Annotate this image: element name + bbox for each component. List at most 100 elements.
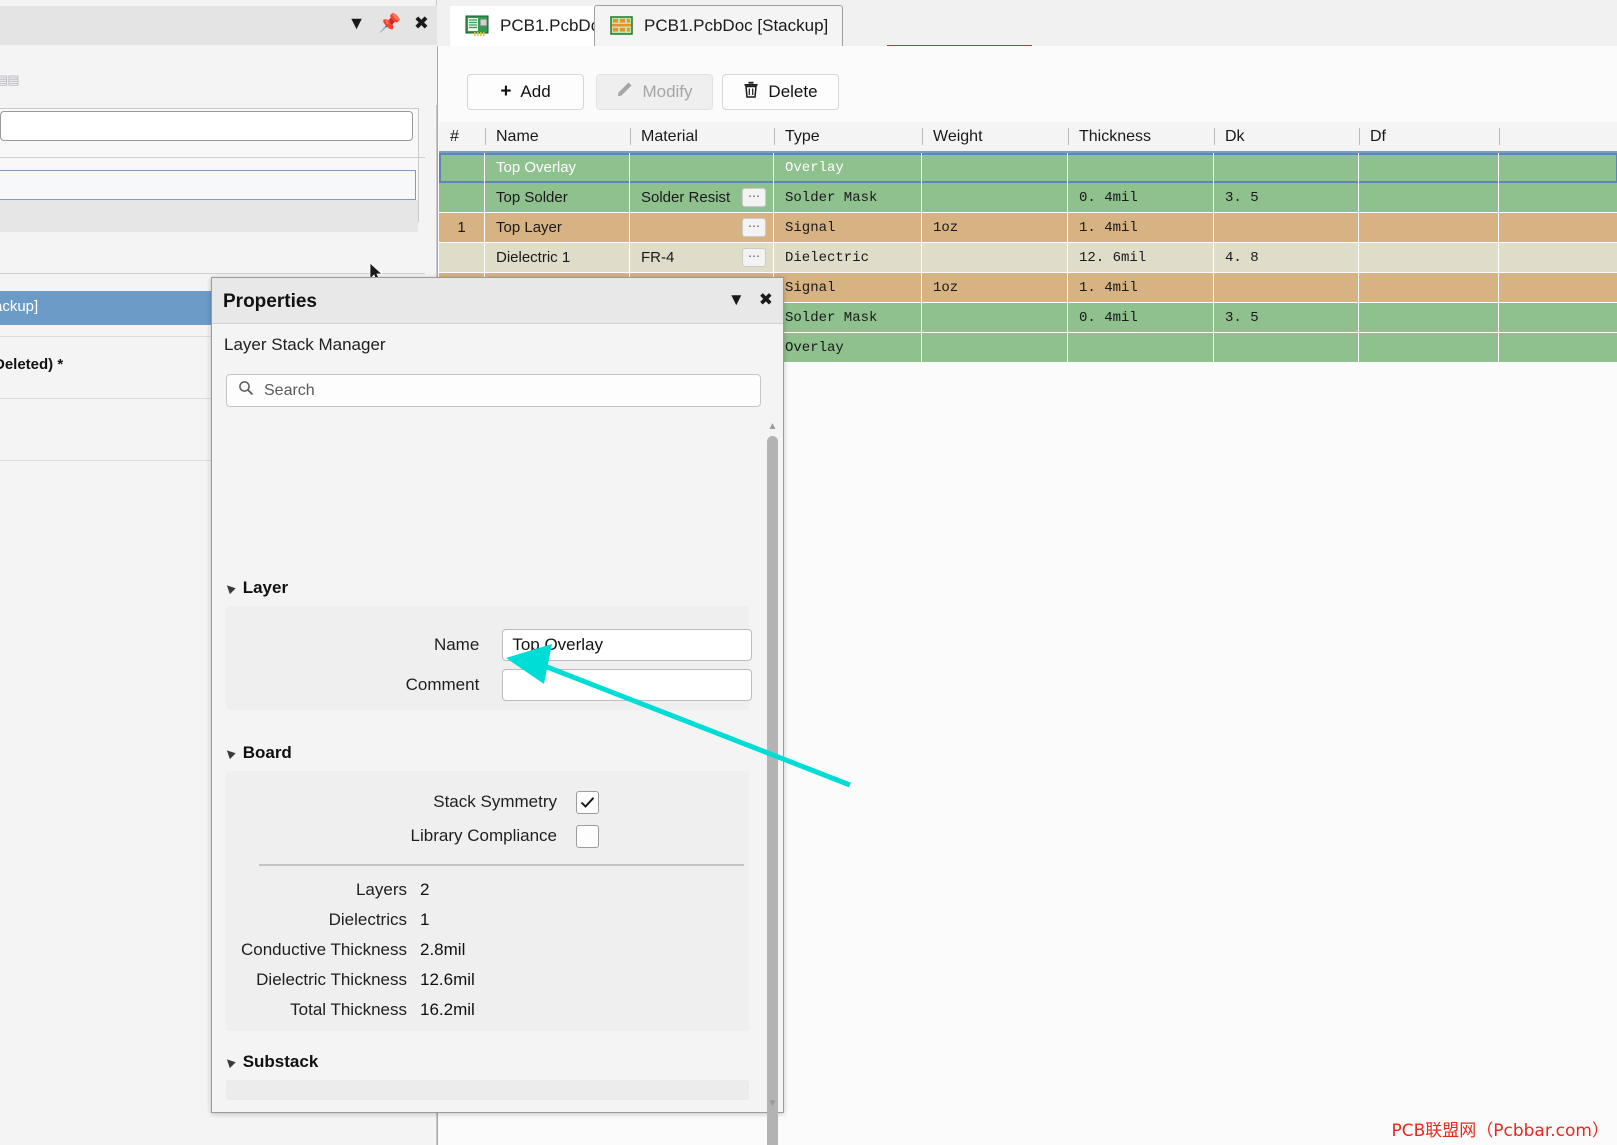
cell-df[interactable]	[1359, 182, 1499, 213]
cell-extra[interactable]	[1499, 333, 1617, 363]
section-header-layer[interactable]: ◀ Layer	[223, 578, 288, 598]
material-browse-button[interactable]: ⋯	[742, 217, 766, 237]
cell-type[interactable]: Solder Mask	[774, 302, 922, 333]
cell-type[interactable]: Overlay	[774, 332, 922, 363]
scroll-down-arrow-icon[interactable]: ▼	[766, 1098, 779, 1110]
delete-button[interactable]: Delete	[722, 74, 839, 110]
name-field-input[interactable]: Top Overlay	[502, 629, 752, 661]
cell-dk[interactable]	[1214, 332, 1359, 363]
cell-thickness[interactable]: 0. 4mil	[1068, 302, 1214, 333]
cell-thickness[interactable]: 12. 6mil	[1068, 242, 1214, 273]
table-row[interactable]: Dielectric 1 FR-4 ⋯ Dielectric 12. 6mil 4. 8	[439, 242, 1617, 273]
cell-weight[interactable]	[922, 332, 1068, 363]
cell-dk[interactable]: 3. 5	[1214, 182, 1359, 213]
cell-dk[interactable]	[1214, 272, 1359, 303]
cell-extra[interactable]	[1499, 183, 1617, 213]
cell-type[interactable]: Solder Mask	[774, 182, 922, 213]
cell-material[interactable]: FR-4 ⋯	[630, 242, 774, 273]
cell-weight[interactable]: 1oz	[922, 272, 1068, 303]
cell-name[interactable]: Dielectric 1	[485, 242, 630, 273]
cell-material[interactable]	[630, 152, 774, 183]
library-compliance-checkbox[interactable]	[576, 824, 599, 848]
cell-number[interactable]	[439, 182, 485, 213]
cell-thickness[interactable]: 1. 4mil	[1068, 272, 1214, 303]
cell-df[interactable]	[1359, 272, 1499, 303]
dropdown-icon[interactable]: ▼	[348, 14, 366, 32]
table-row[interactable]: Top Overlay Overlay	[439, 152, 1617, 183]
cell-extra[interactable]	[1499, 153, 1617, 183]
cell-dk[interactable]: 3. 5	[1214, 302, 1359, 333]
properties-scrollbar-thumb[interactable]	[767, 436, 778, 1145]
left-panel-highlighted-item[interactable]: ackup]	[0, 291, 214, 325]
cell-thickness[interactable]	[1068, 332, 1214, 363]
cell-name[interactable]: Top Layer	[485, 212, 630, 243]
search-placeholder: Search	[264, 381, 315, 399]
table-column-header[interactable]	[1499, 121, 1617, 152]
table-column-header[interactable]: Dk	[1214, 121, 1359, 152]
stack-symmetry-checkbox[interactable]	[576, 790, 599, 814]
close-icon[interactable]: ✖	[759, 290, 773, 310]
cell-df[interactable]	[1359, 242, 1499, 273]
cell-extra[interactable]	[1499, 273, 1617, 303]
cell-material[interactable]: Solder Resist⋯	[630, 182, 774, 213]
cell-dk[interactable]: 4. 8	[1214, 242, 1359, 273]
cell-name[interactable]: Top Solder	[485, 182, 630, 213]
table-column-header[interactable]: Material	[630, 121, 774, 152]
search-icon	[238, 380, 254, 401]
tab-pcb1-pcbdoc-stackup[interactable]: PCB1.PcbDoc [Stackup]	[594, 5, 844, 46]
material-browse-button[interactable]: ⋯	[742, 187, 766, 207]
table-column-header[interactable]: Type	[774, 121, 922, 152]
cell-material[interactable]: ⋯	[630, 212, 774, 243]
table-column-header[interactable]: Df	[1359, 121, 1499, 152]
cell-type[interactable]: Signal	[774, 272, 922, 303]
cell-dk[interactable]	[1214, 212, 1359, 243]
cell-weight[interactable]	[922, 302, 1068, 333]
table-column-header[interactable]: Name	[485, 121, 630, 152]
close-icon[interactable]: ✖	[414, 14, 429, 32]
section-header-substack[interactable]: ◀ Substack	[223, 1052, 318, 1072]
cell-extra[interactable]	[1499, 303, 1617, 333]
pin-icon[interactable]: 📌	[378, 14, 400, 32]
cell-dk[interactable]	[1214, 152, 1359, 183]
cell-number[interactable]: 1	[439, 212, 485, 243]
properties-subtitle: Layer Stack Manager	[224, 335, 386, 354]
dropdown-icon[interactable]: ▼	[728, 290, 745, 310]
modify-button[interactable]: Modify	[596, 74, 713, 110]
cell-thickness[interactable]: 1. 4mil	[1068, 212, 1214, 243]
cell-number[interactable]	[439, 152, 485, 183]
cell-thickness[interactable]	[1068, 152, 1214, 183]
left-panel-text-input[interactable]	[0, 111, 413, 141]
name-field-row: Name Top Overlay	[402, 628, 752, 662]
table-column-header[interactable]: Thickness	[1068, 121, 1214, 152]
cell-type[interactable]: Overlay	[774, 152, 922, 183]
scroll-up-arrow-icon[interactable]: ▲	[766, 421, 779, 433]
cell-df[interactable]	[1359, 302, 1499, 333]
cell-df[interactable]	[1359, 212, 1499, 243]
section-header-board[interactable]: ◀ Board	[223, 743, 292, 763]
table-column-header[interactable]: Weight	[922, 121, 1068, 152]
table-row[interactable]: 1 Top Layer ⋯ Signal 1oz 1. 4mil	[439, 212, 1617, 243]
comment-field-input[interactable]	[502, 669, 752, 701]
left-panel-titlebar: ▼ 📌 ✖	[0, 6, 437, 45]
cell-df[interactable]	[1359, 152, 1499, 183]
cell-thickness[interactable]: 0. 4mil	[1068, 182, 1214, 213]
cell-weight[interactable]	[922, 152, 1068, 183]
search-input[interactable]: Search	[226, 374, 761, 407]
cell-number[interactable]	[439, 242, 485, 273]
left-panel-selected-row[interactable]	[0, 170, 416, 200]
left-panel-gray-row[interactable]	[0, 200, 418, 232]
cell-name[interactable]: Top Overlay	[485, 152, 630, 183]
cell-type[interactable]: Dielectric	[774, 242, 922, 273]
cell-weight[interactable]: 1oz	[922, 212, 1068, 243]
cell-type[interactable]: Signal	[774, 212, 922, 243]
cell-extra[interactable]	[1499, 243, 1617, 273]
material-browse-button[interactable]: ⋯	[742, 247, 766, 267]
cell-weight[interactable]	[922, 242, 1068, 273]
table-column-header[interactable]: #	[439, 121, 485, 152]
table-row[interactable]: Top Solder Solder Resist ⋯ Solder Mask 0. 4m…	[439, 182, 1617, 213]
add-button[interactable]: + Add	[467, 74, 584, 110]
cell-extra[interactable]	[1499, 213, 1617, 243]
table-header-row: # Name Material Type Weight Thickness Dk Df	[439, 122, 1617, 153]
cell-weight[interactable]	[922, 182, 1068, 213]
cell-df[interactable]	[1359, 332, 1499, 363]
